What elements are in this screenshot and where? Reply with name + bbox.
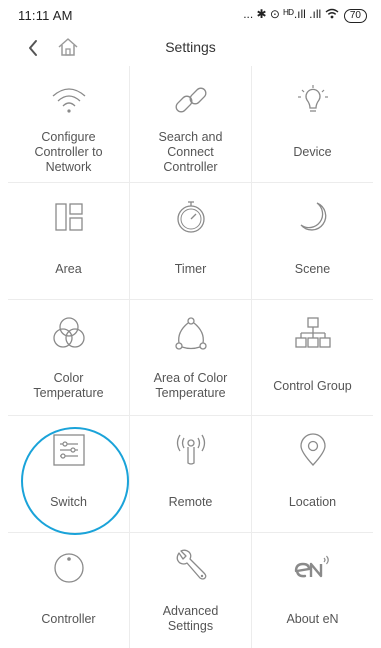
grid-item-label: Timer (174, 261, 207, 276)
grid-item-label: Remote (168, 494, 213, 509)
layout-icon (54, 203, 83, 231)
grid-item-label: Area (55, 261, 82, 276)
grid-item-device[interactable]: Device (252, 66, 373, 182)
grid-item-search-connect-controller[interactable]: Search and Connect Controller (130, 66, 251, 182)
grid-item-label: Control Group (273, 378, 352, 393)
grid-item-timer[interactable]: Timer (130, 183, 251, 299)
controller-circle-icon (53, 553, 84, 583)
grid-item-advanced-settings[interactable]: Advanced Settings (130, 533, 251, 648)
grid-item-label: Color Temperature (33, 371, 104, 400)
settings-screen: 11:11 AM ... ✱ ⊙ ᴴᴰ.ıll .ıll 70 Settings… (0, 0, 381, 648)
settings-grid: Configure Controller to Network Search a… (8, 66, 373, 648)
grid-item-label: Device (293, 144, 332, 159)
grid-item-about[interactable]: About eN (252, 533, 373, 648)
grid-item-controller[interactable]: Controller (8, 533, 129, 648)
grid-item-label: Scene (294, 261, 331, 276)
color-circles-icon (52, 317, 85, 348)
grid-item-color-temperature[interactable]: Color Temperature (8, 300, 129, 416)
link-icon (175, 87, 206, 113)
moon-icon (300, 202, 326, 231)
triangle-nodes-icon (174, 317, 207, 350)
hierarchy-icon (294, 317, 331, 348)
grid-item-label: About eN (286, 611, 339, 626)
status-bar: 11:11 AM ... ✱ ⊙ ᴴᴰ.ıll .ıll 70 (0, 0, 381, 30)
grid-item-label: Advanced Settings (162, 604, 219, 633)
status-time: 11:11 AM (18, 8, 73, 23)
location-pin-icon (299, 433, 326, 466)
grid-item-control-group[interactable]: Control Group (252, 300, 373, 416)
wrench-icon (176, 549, 206, 580)
grid-item-label: Switch (50, 494, 87, 509)
remote-antenna-icon (176, 434, 205, 465)
grid-item-area-color-temperature[interactable]: Area of Color Temperature (130, 300, 251, 416)
page-title: Settings (165, 39, 216, 55)
grid-item-label: Controller (41, 611, 96, 626)
grid-item-switch[interactable]: Switch (8, 416, 129, 532)
grid-item-configure-controller[interactable]: Configure Controller to Network (8, 66, 129, 182)
stopwatch-icon (176, 201, 205, 233)
grid-item-label: Configure Controller to Network (34, 129, 103, 174)
header: Settings (0, 30, 381, 66)
grid-item-area[interactable]: Area (8, 183, 129, 299)
grid-item-label: Area of Color Temperature (153, 371, 228, 400)
en-logo-icon (294, 555, 329, 578)
grid-item-remote[interactable]: Remote (130, 416, 251, 532)
wifi-icon (52, 88, 85, 113)
switch-panel-icon (52, 434, 85, 466)
grid-item-scene[interactable]: Scene (252, 183, 373, 299)
grid-item-location[interactable]: Location (252, 416, 373, 532)
grid-item-label: Location (288, 494, 337, 509)
status-indicators: ... ✱ ⊙ ᴴᴰ.ıll .ıll 70 (243, 7, 367, 23)
wifi-status-icon (325, 8, 338, 19)
signal-icons: ... ✱ ⊙ ᴴᴰ.ıll .ıll (243, 7, 325, 21)
bulb-icon (297, 85, 328, 112)
battery-indicator: 70 (343, 9, 367, 23)
grid-item-label: Search and Connect Controller (158, 129, 223, 174)
